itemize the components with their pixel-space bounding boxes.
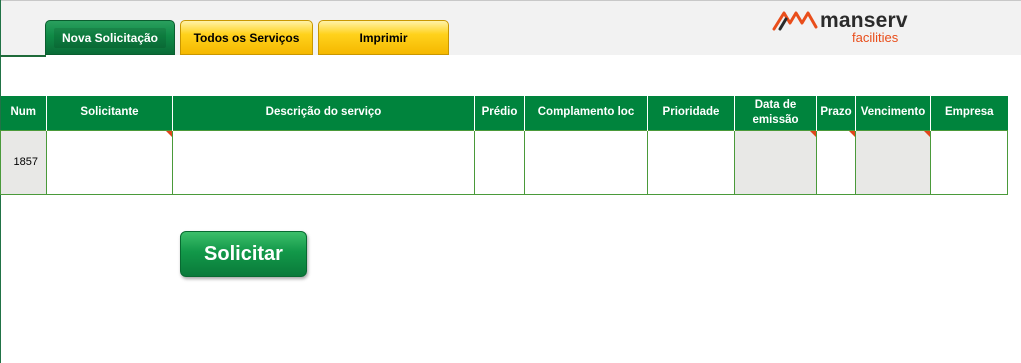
- cell-num: 1857: [0, 129, 47, 195]
- cell-predio[interactable]: [474, 129, 525, 195]
- manserv-logo: manserv facilities: [772, 8, 912, 48]
- table-header-row: Num Solicitante Descrição do serviço Pré…: [0, 96, 1008, 130]
- solicitar-button-label: Solicitar: [204, 242, 283, 265]
- manserv-logo-mark-icon: [772, 11, 818, 31]
- cell-descricao[interactable]: [172, 129, 475, 195]
- comment-indicator-icon: [924, 130, 930, 137]
- cell-empresa[interactable]: [930, 129, 1008, 195]
- cell-prioridade[interactable]: [647, 129, 735, 195]
- tab-imprimir-label: Imprimir: [359, 30, 408, 45]
- header-predio: Prédio: [474, 96, 525, 130]
- header-prazo: Prazo: [816, 96, 856, 130]
- header-prioridade: Prioridade: [647, 96, 735, 130]
- solicitar-button[interactable]: Solicitar: [180, 231, 307, 277]
- cell-data-emissao[interactable]: [734, 129, 817, 195]
- header-vencimento: Vencimento: [855, 96, 931, 130]
- tab-nova-solicitacao[interactable]: Nova Solicitação: [45, 20, 175, 55]
- header-data-emissao: Data de emissão: [734, 96, 817, 130]
- header-empresa: Empresa: [930, 96, 1008, 130]
- header-solicitante: Solicitante: [46, 96, 173, 130]
- logo-sub-text: facilities: [852, 30, 899, 45]
- cell-prazo[interactable]: [816, 129, 856, 195]
- cell-complemento[interactable]: [524, 129, 648, 195]
- comment-indicator-icon: [849, 130, 855, 137]
- service-request-table: Num Solicitante Descrição do serviço Pré…: [0, 96, 1008, 195]
- tab-todos-servicos-label: Todos os Serviços: [193, 30, 300, 45]
- tab-nova-solicitacao-label: Nova Solicitação: [53, 27, 167, 48]
- header-complemento: Complamento loc: [524, 96, 648, 130]
- comment-indicator-icon: [810, 130, 816, 137]
- header-descricao: Descrição do serviço: [172, 96, 475, 130]
- tab-imprimir[interactable]: Imprimir: [318, 20, 449, 55]
- left-divider: [0, 55, 46, 57]
- header-num: Num: [0, 96, 47, 130]
- header-solicitante-label: Solicitante: [80, 106, 139, 119]
- table-row: 1857: [0, 129, 1008, 195]
- tab-todos-servicos[interactable]: Todos os Serviços: [180, 20, 313, 55]
- cell-vencimento[interactable]: [855, 129, 931, 195]
- comment-indicator-icon: [166, 130, 172, 137]
- cell-solicitante[interactable]: [46, 129, 173, 195]
